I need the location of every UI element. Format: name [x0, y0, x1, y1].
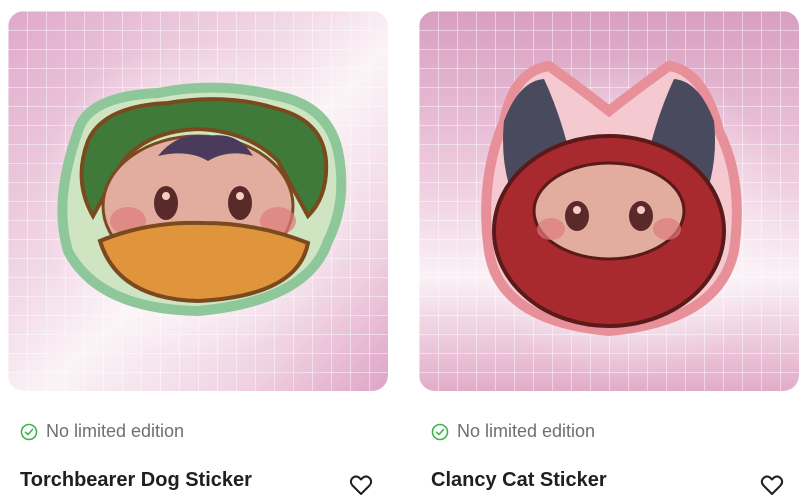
product-image[interactable]: [8, 11, 388, 391]
edition-status: No limited edition: [20, 421, 184, 442]
clancy-cat-sticker-illustration: [481, 60, 742, 337]
edition-status-label: No limited edition: [457, 421, 596, 441]
product-title[interactable]: Clancy Cat Sticker: [431, 469, 607, 492]
heart-outline-icon[interactable]: [759, 472, 785, 498]
product-grid: No limited edition Torchbearer Dog Stick…: [0, 0, 808, 502]
check-circle-icon: [20, 423, 38, 440]
torchbearer-dog-sticker-illustration: [57, 82, 347, 317]
edition-status-label: No limited edition: [46, 421, 185, 441]
product-title[interactable]: Torchbearer Dog Sticker: [20, 469, 252, 492]
product-image[interactable]: [419, 11, 799, 391]
product-card[interactable]: No limited edition Clancy Cat Sticker: [419, 11, 799, 502]
edition-status: No limited edition: [431, 421, 595, 442]
product-card[interactable]: No limited edition Torchbearer Dog Stick…: [8, 11, 388, 502]
heart-outline-icon[interactable]: [348, 472, 374, 498]
check-circle-icon: [431, 423, 449, 440]
